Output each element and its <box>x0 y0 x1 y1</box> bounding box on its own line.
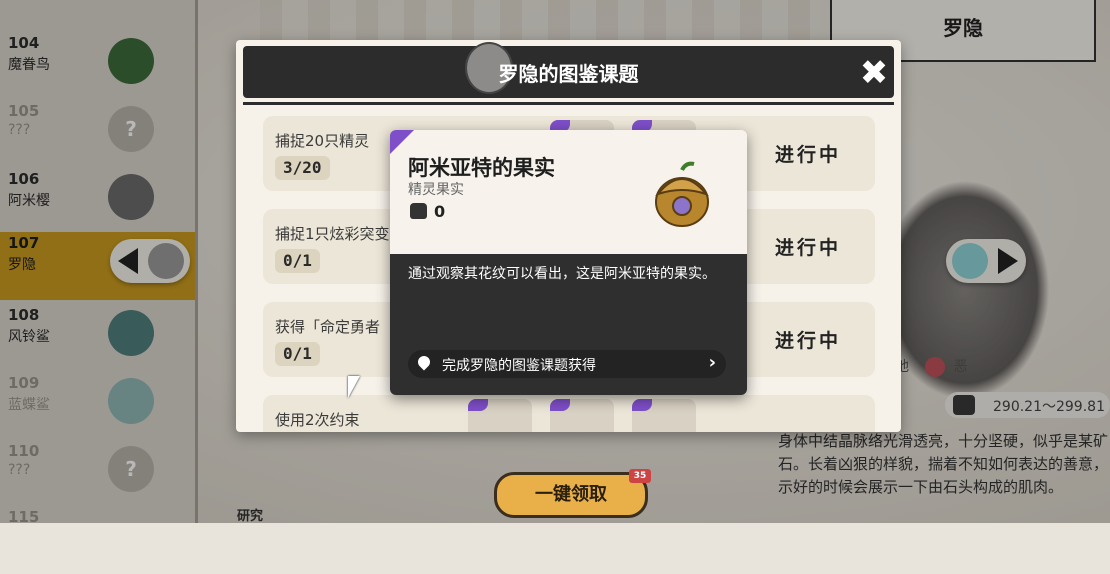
task-progress: 3/20 <box>275 156 330 180</box>
reward-slot[interactable] <box>550 399 614 432</box>
modal-header: 罗隐的图鉴课题 ✖ <box>243 42 894 98</box>
close-icon[interactable]: ✖ <box>857 56 891 90</box>
item-source-link[interactable]: 完成罗隐的图鉴课题获得 › <box>408 350 726 378</box>
reward-slot[interactable] <box>632 399 696 432</box>
backpack-icon <box>410 203 427 219</box>
task-progress: 0/1 <box>275 342 320 366</box>
item-type: 精灵果实 <box>408 182 464 198</box>
item-name: 阿米亚特的果实 <box>408 156 555 180</box>
item-tooltip-body: 通过观察其花纹可以看出，这是阿米亚特的果实。 完成罗隐的图鉴课题获得 › <box>390 254 747 395</box>
location-pin-icon <box>415 353 433 371</box>
task-status: 进行中 <box>774 237 841 259</box>
item-source-text: 完成罗隐的图鉴课题获得 <box>442 358 596 374</box>
item-count: 0 <box>434 202 446 221</box>
modal-title: 罗隐的图鉴课题 <box>498 62 639 86</box>
acorn-fruit-icon <box>655 161 709 227</box>
item-tooltip: 阿米亚特的果实 精灵果实 0 通过观察其花纹可以看出，这是阿米亚特的果实。 完成… <box>390 130 747 395</box>
header-divider <box>243 102 894 105</box>
task-status: 进行中 <box>774 144 841 166</box>
task-progress: 0/1 <box>275 249 320 273</box>
task-status: 进行中 <box>774 330 841 352</box>
rarity-corner <box>390 130 414 154</box>
task-label: 捕捉1只炫彩突变 <box>275 225 390 243</box>
reward-slot[interactable] <box>468 399 532 432</box>
claim-all-label: 一键领取 <box>535 484 607 505</box>
item-tooltip-header: 阿米亚特的果实 精灵果实 0 <box>390 130 747 254</box>
mouse-cursor-icon <box>348 376 360 398</box>
task-label: 使用2次约束 <box>275 411 360 429</box>
task-label: 获得「命定勇者 <box>275 318 381 336</box>
claim-count-badge: 35 <box>629 469 651 483</box>
chevron-right-icon: › <box>708 352 716 373</box>
task-label: 捕捉20只精灵 <box>275 132 370 150</box>
task-row: 使用2次约束 <box>263 395 875 432</box>
item-description: 通过观察其花纹可以看出，这是阿米亚特的果实。 <box>408 266 716 282</box>
claim-all-button[interactable]: 一键领取 35 <box>494 469 651 518</box>
